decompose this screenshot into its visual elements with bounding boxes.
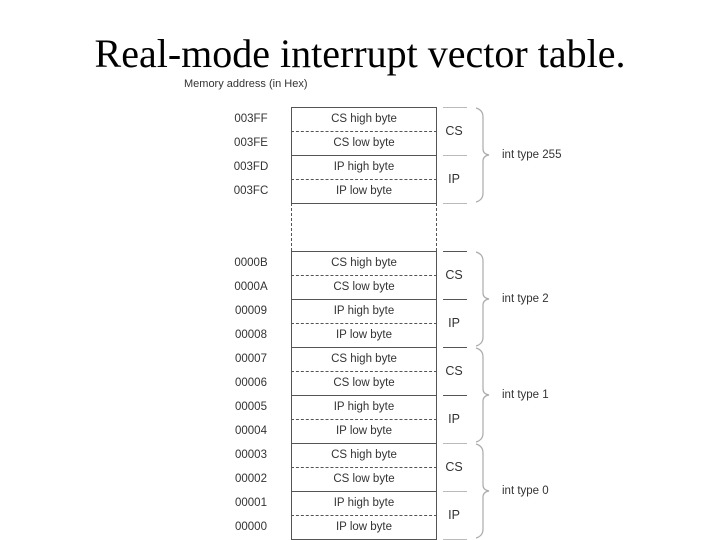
table-cell: IP high byte (333, 497, 395, 509)
segment-label-ip: IP (448, 508, 460, 522)
byte-divider-dashed (291, 323, 437, 324)
interrupt-type-label: int type 0 (502, 485, 549, 497)
table-cell: CS high byte (331, 353, 397, 365)
table-cell: IP high byte (333, 305, 395, 317)
table-cell: CS low byte (333, 377, 395, 389)
table-cell: CS high byte (331, 449, 397, 461)
memory-address: 00008 (235, 329, 267, 341)
memory-address: 003FE (234, 137, 268, 149)
segment-tick (443, 155, 467, 156)
memory-address: 00000 (235, 521, 267, 533)
segment-tick (443, 107, 467, 108)
table-cell: IP high byte (333, 401, 395, 413)
segment-label-cs: CS (445, 268, 463, 282)
slide-title: Real-mode interrupt vector table. (94, 31, 626, 76)
table-cell: CS high byte (331, 257, 397, 269)
table-cell: IP low byte (335, 425, 393, 437)
memory-address: 00007 (235, 353, 267, 365)
interrupt-type-label: int type 2 (502, 293, 549, 305)
segment-tick (443, 443, 467, 444)
segment-tick (443, 347, 467, 348)
row-divider (291, 395, 437, 396)
table-cell: CS high byte (331, 113, 397, 125)
interrupt-type-label: int type 1 (502, 389, 549, 401)
table-cell: IP low byte (335, 185, 393, 197)
table-cell: IP low byte (335, 329, 393, 341)
interrupt-brace (475, 251, 490, 347)
interrupt-brace (475, 347, 490, 443)
table-cell: CS low byte (333, 473, 395, 485)
byte-divider-dashed (291, 179, 437, 180)
segment-label-cs: CS (445, 364, 463, 378)
memory-address: 00002 (235, 473, 267, 485)
memory-address: 00009 (235, 305, 267, 317)
row-divider (291, 299, 437, 300)
memory-address: 0000A (234, 281, 268, 293)
byte-divider-dashed (291, 467, 437, 468)
segment-label-cs: CS (445, 124, 463, 138)
segment-label-ip: IP (448, 316, 460, 330)
byte-divider-dashed (291, 371, 437, 372)
memory-address: 00001 (235, 497, 267, 509)
segment-label-cs: CS (445, 460, 463, 474)
memory-address: 00006 (235, 377, 267, 389)
row-divider (291, 347, 437, 348)
memory-address: 003FF (234, 113, 268, 125)
interrupt-brace (475, 443, 490, 539)
byte-divider-dashed (291, 515, 437, 516)
segment-tick (443, 299, 467, 300)
byte-divider-dashed (291, 419, 437, 420)
interrupt-brace (475, 107, 490, 203)
segment-tick (443, 491, 467, 492)
segment-tick (443, 395, 467, 396)
row-divider (291, 491, 437, 492)
segment-label-ip: IP (448, 172, 460, 186)
memory-address: 0000B (234, 257, 268, 269)
table-cell: CS low byte (333, 137, 395, 149)
table-cell: IP low byte (335, 521, 393, 533)
table-cell: CS low byte (333, 281, 395, 293)
segment-label-ip: IP (448, 412, 460, 426)
memory-address: 00004 (235, 425, 267, 437)
segment-tick (443, 203, 467, 204)
byte-divider-dashed (291, 275, 437, 276)
table-gap-ellipsis (291, 203, 437, 251)
segment-tick (443, 251, 467, 252)
row-divider (291, 443, 437, 444)
memory-address: 003FD (233, 161, 269, 173)
table-cell: IP high byte (333, 161, 395, 173)
memory-address: 00003 (235, 449, 267, 461)
memory-address-label: Memory address (in Hex) (184, 78, 308, 90)
memory-address: 003FC (233, 185, 269, 197)
interrupt-type-label: int type 255 (502, 149, 562, 161)
row-divider (291, 107, 437, 108)
byte-divider-dashed (291, 131, 437, 132)
memory-address: 00005 (235, 401, 267, 413)
row-divider (291, 251, 437, 252)
row-divider (291, 155, 437, 156)
